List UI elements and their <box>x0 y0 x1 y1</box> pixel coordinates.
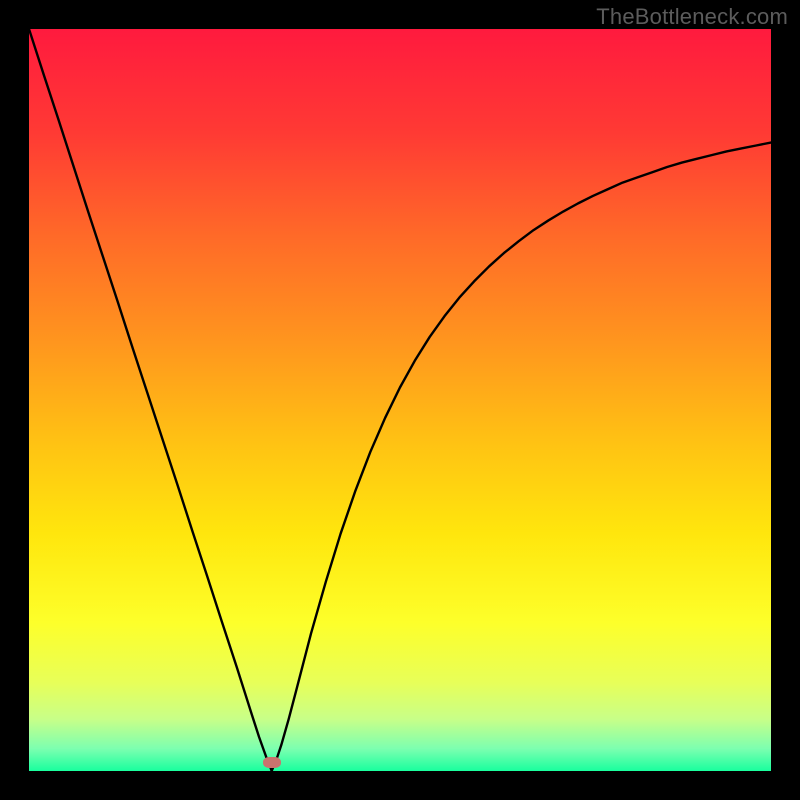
watermark-text: TheBottleneck.com <box>596 4 788 30</box>
optimum-marker <box>263 757 281 768</box>
chart-frame: TheBottleneck.com <box>0 0 800 800</box>
bottleneck-curve <box>29 29 771 771</box>
